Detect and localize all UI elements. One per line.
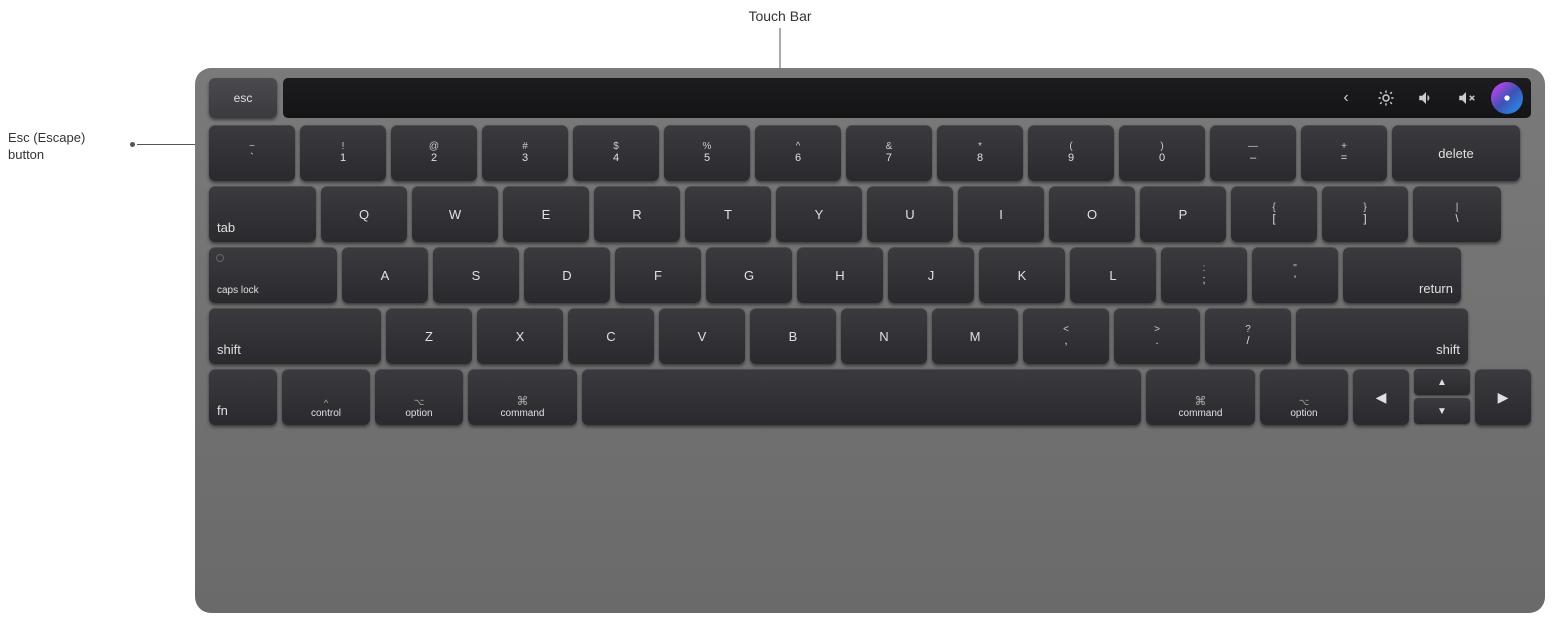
page-container: Touch Bar Esc (Escape) button esc ‹	[0, 0, 1560, 626]
key-w[interactable]: W	[412, 186, 498, 242]
key-s[interactable]: S	[433, 247, 519, 303]
key-command-left[interactable]: ⌘ command	[468, 369, 577, 425]
key-l[interactable]: L	[1070, 247, 1156, 303]
key-o[interactable]: O	[1049, 186, 1135, 242]
key-a[interactable]: A	[342, 247, 428, 303]
key-bracket-open[interactable]: {[	[1231, 186, 1317, 242]
key-arrow-right[interactable]: ▶	[1475, 369, 1531, 425]
key-3[interactable]: #3	[482, 125, 568, 181]
key-r[interactable]: R	[594, 186, 680, 242]
esc-arrow	[130, 142, 197, 147]
key-x[interactable]: X	[477, 308, 563, 364]
key-option-left[interactable]: ⌥ option	[375, 369, 463, 425]
key-slash[interactable]: ?/	[1205, 308, 1291, 364]
brightness-icon[interactable]	[1371, 83, 1401, 113]
key-shift-left[interactable]: shift	[209, 308, 381, 364]
key-arrow-up[interactable]: ▲	[1414, 369, 1470, 395]
key-c[interactable]: C	[568, 308, 654, 364]
asdf-row: caps lock A S D F G H J K L :; "' return	[209, 247, 1531, 303]
key-v[interactable]: V	[659, 308, 745, 364]
key-p[interactable]: P	[1140, 186, 1226, 242]
key-e[interactable]: E	[503, 186, 589, 242]
key-delete[interactable]: delete	[1392, 125, 1520, 181]
key-t[interactable]: T	[685, 186, 771, 242]
touchbar-label: Touch Bar	[748, 8, 811, 24]
key-5[interactable]: %5	[664, 125, 750, 181]
key-j[interactable]: J	[888, 247, 974, 303]
key-h[interactable]: H	[797, 247, 883, 303]
volume-icon[interactable]	[1411, 83, 1441, 113]
keyboard: esc ‹	[195, 68, 1545, 613]
key-i[interactable]: I	[958, 186, 1044, 242]
key-z[interactable]: Z	[386, 308, 472, 364]
key-command-right[interactable]: ⌘ command	[1146, 369, 1255, 425]
key-8[interactable]: *8	[937, 125, 1023, 181]
key-6[interactable]: ^6	[755, 125, 841, 181]
key-n[interactable]: N	[841, 308, 927, 364]
key-comma[interactable]: <,	[1023, 308, 1109, 364]
key-0[interactable]: )0	[1119, 125, 1205, 181]
key-d[interactable]: D	[524, 247, 610, 303]
key-fn[interactable]: fn	[209, 369, 277, 425]
key-semicolon[interactable]: :;	[1161, 247, 1247, 303]
number-row: ~` !1 @2 #3 $4 %5 ^6 &7	[209, 125, 1531, 181]
key-arrow-left[interactable]: ◀	[1353, 369, 1409, 425]
key-return[interactable]: return	[1343, 247, 1461, 303]
arrow-up-down-container: ▲ ▼	[1414, 369, 1470, 425]
esc-label: Esc (Escape) button	[8, 130, 85, 164]
siri-icon[interactable]	[1491, 82, 1523, 114]
key-tab[interactable]: tab	[209, 186, 316, 242]
key-caps-lock[interactable]: caps lock	[209, 247, 337, 303]
key-control[interactable]: ^ control	[282, 369, 370, 425]
key-arrow-down[interactable]: ▼	[1414, 398, 1470, 424]
key-shift-right[interactable]: shift	[1296, 308, 1468, 364]
key-esc[interactable]: esc	[209, 78, 277, 118]
key-2[interactable]: @2	[391, 125, 477, 181]
key-k[interactable]: K	[979, 247, 1065, 303]
key-period[interactable]: >.	[1114, 308, 1200, 364]
key-backslash[interactable]: |\	[1413, 186, 1501, 242]
key-equals[interactable]: +=	[1301, 125, 1387, 181]
key-u[interactable]: U	[867, 186, 953, 242]
bottom-row: fn ^ control ⌥ option ⌘ command ⌘ comman…	[209, 369, 1531, 425]
key-space[interactable]	[582, 369, 1141, 425]
key-minus[interactable]: —–	[1210, 125, 1296, 181]
key-option-right[interactable]: ⌥ option	[1260, 369, 1348, 425]
key-q[interactable]: Q	[321, 186, 407, 242]
mute-icon[interactable]	[1451, 83, 1481, 113]
key-quote[interactable]: "'	[1252, 247, 1338, 303]
key-g[interactable]: G	[706, 247, 792, 303]
touchbar-row: esc ‹	[209, 78, 1531, 118]
key-4[interactable]: $4	[573, 125, 659, 181]
touchbar-strip: ‹	[283, 78, 1531, 118]
key-b[interactable]: B	[750, 308, 836, 364]
key-bracket-close[interactable]: }]	[1322, 186, 1408, 242]
key-tilde-grave[interactable]: ~`	[209, 125, 295, 181]
key-f[interactable]: F	[615, 247, 701, 303]
touchbar-line	[780, 28, 781, 70]
chevron-left-icon[interactable]: ‹	[1331, 83, 1361, 113]
key-1[interactable]: !1	[300, 125, 386, 181]
key-y[interactable]: Y	[776, 186, 862, 242]
key-m[interactable]: M	[932, 308, 1018, 364]
key-9[interactable]: (9	[1028, 125, 1114, 181]
key-7[interactable]: &7	[846, 125, 932, 181]
qwerty-row: tab Q W E R T Y U I O P {[ }] |\	[209, 186, 1531, 242]
zxcv-row: shift Z X C V B N M <, >. ?/ shift	[209, 308, 1531, 364]
